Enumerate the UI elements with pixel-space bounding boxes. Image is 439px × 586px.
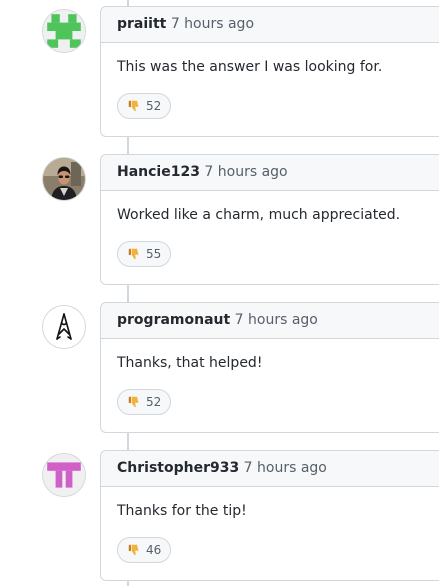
comment-header: Hancie123 7 hours ago [101, 155, 439, 191]
reaction-button[interactable]: 46 [117, 537, 172, 563]
thumbs-down-icon [128, 248, 139, 260]
author-link[interactable]: programonaut [117, 312, 230, 328]
avatar[interactable] [43, 454, 85, 496]
identicon-avatar-icon [43, 10, 85, 52]
reaction-button[interactable]: 52 [117, 389, 172, 415]
avatar[interactable] [43, 158, 85, 200]
author-link[interactable]: praiitt [117, 16, 166, 32]
reaction-count: 52 [146, 99, 162, 113]
comment-header: praiitt 7 hours ago [101, 7, 439, 43]
comment-item: Christopher933 7 hours ago Thanks for th… [0, 450, 439, 582]
avatar[interactable] [43, 10, 85, 52]
comment-body: Thanks, that helped! [117, 355, 263, 371]
comment-header: Christopher933 7 hours ago [101, 451, 439, 487]
author-link[interactable]: Christopher933 [117, 460, 239, 476]
comment-box: Hancie123 7 hours ago Worked like a char… [100, 154, 439, 285]
comment-thread: praiitt 7 hours ago This was the answer … [0, 0, 439, 586]
comment-item: programonaut 7 hours ago Thanks, that he… [0, 302, 439, 434]
comment-box: Christopher933 7 hours ago Thanks for th… [100, 450, 439, 581]
comment-body: This was the answer I was looking for. [117, 59, 383, 75]
reaction-count: 52 [146, 395, 162, 409]
logo-avatar-icon [43, 306, 85, 348]
timeline-connector [127, 432, 129, 452]
timestamp-link[interactable]: 7 hours ago [171, 16, 254, 32]
user-photo-avatar-icon [43, 158, 85, 200]
timestamp-link[interactable]: 7 hours ago [244, 460, 327, 476]
reaction-button[interactable]: 52 [117, 93, 172, 119]
reaction-count: 55 [146, 247, 162, 261]
comment-body: Worked like a charm, much appreciated. [117, 207, 401, 223]
timestamp-link[interactable]: 7 hours ago [235, 312, 318, 328]
identicon-avatar-icon [43, 454, 85, 496]
timeline-connector [127, 284, 129, 304]
comment-header: programonaut 7 hours ago [101, 303, 439, 339]
thumbs-down-icon [128, 396, 139, 408]
comment-box: praiitt 7 hours ago This was the answer … [100, 6, 439, 137]
comment-box: programonaut 7 hours ago Thanks, that he… [100, 302, 439, 433]
thumbs-down-icon [128, 100, 139, 112]
timeline-connector [127, 136, 129, 156]
timestamp-link[interactable]: 7 hours ago [204, 164, 287, 180]
comment-item: praiitt 7 hours ago This was the answer … [0, 6, 439, 138]
reaction-button[interactable]: 55 [117, 241, 172, 267]
author-link[interactable]: Hancie123 [117, 164, 200, 180]
comment-item: Hancie123 7 hours ago Worked like a char… [0, 154, 439, 286]
thumbs-down-icon [128, 544, 139, 556]
comment-body: Thanks for the tip! [117, 503, 247, 519]
avatar[interactable] [43, 306, 85, 348]
reaction-count: 46 [146, 543, 162, 557]
